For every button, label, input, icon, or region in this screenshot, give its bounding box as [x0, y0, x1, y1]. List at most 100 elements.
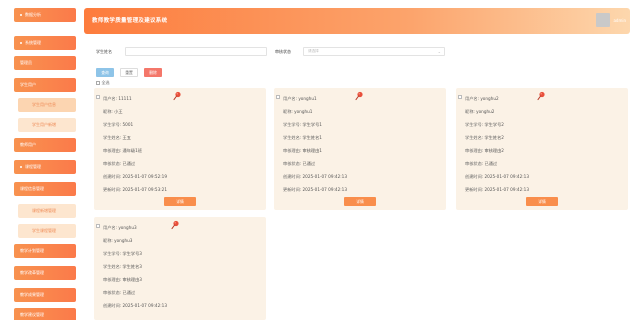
student-card[interactable]: 用户名: yonghu3 昵称: yonghu3 学生学号: 学生学号3 学生姓名: … [94, 217, 266, 320]
field-value: yonghu3 [114, 238, 133, 243]
select-all-label: 全选 [101, 80, 110, 85]
card-checkbox[interactable] [276, 95, 280, 99]
field-label: 创建时间: [103, 174, 122, 179]
app-root: 数据分析 系统管理 管理员 学生用户 学生用户信息 学生用户新增 教师用户 课程… [0, 0, 641, 320]
select-all[interactable]: 全选 [96, 80, 110, 86]
card-checkbox[interactable] [458, 95, 462, 99]
sidebar-item-admin[interactable]: 管理员 [14, 56, 76, 70]
search-button[interactable]: 查询 [96, 68, 114, 77]
field-label: 学生姓名: [283, 135, 302, 140]
field-label: 学生学号: [103, 122, 122, 127]
field-value: 5001 [122, 122, 134, 127]
status-select[interactable]: 请选择 ⌄ [303, 47, 445, 56]
reset-button[interactable]: 重置 [120, 68, 138, 77]
sidebar-item-plan[interactable]: 教学计划管理 [14, 244, 76, 258]
field-label: 创建时间: [283, 174, 302, 179]
card-checkbox[interactable] [96, 95, 100, 99]
field-value: 已通过 [122, 161, 136, 166]
field-label: 学生学号: [103, 251, 122, 256]
sidebar-item-suggestion[interactable]: 教学建议管理 [14, 308, 76, 320]
field-value: 小王 [114, 109, 123, 114]
card-checkbox[interactable] [96, 224, 100, 228]
field-label: 学生姓名: [103, 264, 122, 269]
card-field-title: 审核理由: 通年级1班 [103, 148, 142, 154]
header-username[interactable]: admin [613, 18, 626, 23]
sidebar-item-student-course[interactable]: 学生课程管理 [18, 224, 76, 238]
field-label: 昵称: [103, 238, 113, 243]
detail-button[interactable]: 详情 [526, 197, 558, 206]
field-label: 审核状态: [103, 161, 122, 166]
sidebar-item-student-info[interactable]: 学生用户信息 [18, 98, 76, 112]
field-label: 创建时间: [465, 174, 484, 179]
sidebar-item-course-add[interactable]: 课程新增管理 [18, 204, 76, 218]
delete-button[interactable]: 删除 [144, 68, 162, 77]
card-field-student-no: 学生学号: 学生学号2 [465, 122, 504, 128]
field-value: yonghu1 [298, 96, 317, 101]
card-field-created: 创建时间: 2025-01-07 09:52:19 [103, 174, 167, 180]
card-field-student-name: 学生姓名: 学生姓名2 [465, 135, 504, 141]
field-label: 审核状态: [103, 290, 122, 295]
card-field-created: 创建时间: 2025-01-07 09:42:13 [283, 174, 347, 180]
field-value: 学生姓名3 [122, 264, 142, 269]
field-value: yonghu2 [480, 96, 499, 101]
field-value: 学生姓名1 [302, 135, 322, 140]
student-card[interactable]: 用户名: yonghu1 昵称: yonghu1 学生学号: 学生学号1 学生姓名: … [274, 88, 446, 210]
card-field-student-no: 学生学号: 5001 [103, 122, 133, 128]
field-label: 用户名: [465, 96, 479, 101]
field-value: 已通过 [122, 290, 136, 295]
field-value: 审核理由3 [122, 277, 142, 282]
student-card[interactable]: 用户名: yonghu2 昵称: yonghu2 学生学号: 学生学号2 学生姓名: … [456, 88, 628, 210]
field-value: 学生学号2 [484, 122, 504, 127]
sidebar-item-course-info[interactable]: 课程信息管理 [14, 182, 76, 196]
sidebar-item-label: 学生课程管理 [32, 228, 56, 233]
field-label: 昵称: [103, 109, 113, 114]
field-label: 创建时间: [103, 303, 122, 308]
field-label: 审核理由: [103, 148, 122, 153]
field-value: 2025-01-07 09:53:21 [122, 187, 167, 192]
card-field-nickname: 昵称: yonghu3 [103, 238, 132, 244]
select-all-checkbox[interactable] [96, 81, 100, 85]
card-field-username: 用户名: yonghu3 [103, 225, 137, 231]
sidebar-item-students[interactable]: 学生用户 [14, 78, 76, 92]
card-field-username: 用户名: yonghu1 [283, 96, 317, 102]
field-value: yonghu2 [476, 109, 495, 114]
menu-dot-icon [20, 166, 22, 168]
card-field-updated: 更新时间: 2025-01-07 09:53:21 [103, 187, 167, 193]
card-field-username: 用户名: 11111 [103, 96, 132, 102]
student-card[interactable]: 用户名: 11111 昵称: 小王 学生学号: 5001 学生姓名: 王五 审核理由: … [94, 88, 266, 210]
field-value: 2025-01-07 09:42:13 [302, 174, 347, 179]
sidebar-item-system[interactable]: 系统管理 [14, 36, 76, 50]
sidebar-item-analytics[interactable]: 数据分析 [14, 8, 76, 22]
sidebar-item-achievement[interactable]: 教学成果管理 [14, 288, 76, 302]
sidebar-item-label: 教师用户 [20, 142, 36, 147]
pin-icon [354, 86, 364, 101]
avatar[interactable] [596, 13, 610, 27]
sidebar-item-teachers[interactable]: 教师用户 [14, 138, 76, 152]
field-label: 用户名: [283, 96, 297, 101]
card-field-status: 审核状态: 已通过 [283, 161, 315, 167]
sidebar-item-courses[interactable]: 课程管理 [14, 160, 76, 174]
page-title: 教师教学质量管理及建议系统 [92, 18, 168, 24]
field-label: 学生学号: [283, 122, 302, 127]
student-name-label: 学生姓名 [96, 49, 112, 54]
chevron-down-icon: ⌄ [437, 49, 441, 54]
card-field-status: 审核状态: 已通过 [103, 290, 135, 296]
field-label: 审核理由: [283, 148, 302, 153]
sidebar-item-label: 教学建议管理 [20, 312, 44, 317]
status-label: 审核状态 [275, 49, 291, 54]
field-value: 2025-01-07 09:42:13 [484, 174, 529, 179]
detail-button[interactable]: 详情 [344, 197, 376, 206]
card-field-student-no: 学生学号: 学生学号1 [283, 122, 322, 128]
student-name-input[interactable] [125, 47, 267, 56]
sidebar-item-reform[interactable]: 教学改革管理 [14, 266, 76, 280]
card-field-nickname: 昵称: 小王 [103, 109, 123, 115]
sidebar-item-label: 课程信息管理 [20, 186, 44, 191]
field-value: 11111 [118, 96, 132, 101]
detail-button[interactable]: 详情 [164, 197, 196, 206]
field-label: 更新时间: [465, 187, 484, 192]
sidebar: 数据分析 系统管理 管理员 学生用户 学生用户信息 学生用户新增 教师用户 课程… [14, 8, 78, 320]
sidebar-item-student-add[interactable]: 学生用户新增 [18, 118, 76, 132]
card-field-title: 审核理由: 审核理由1 [283, 148, 322, 154]
sidebar-item-label: 数据分析 [25, 12, 41, 17]
card-field-created: 创建时间: 2025-01-07 09:42:13 [103, 303, 167, 309]
